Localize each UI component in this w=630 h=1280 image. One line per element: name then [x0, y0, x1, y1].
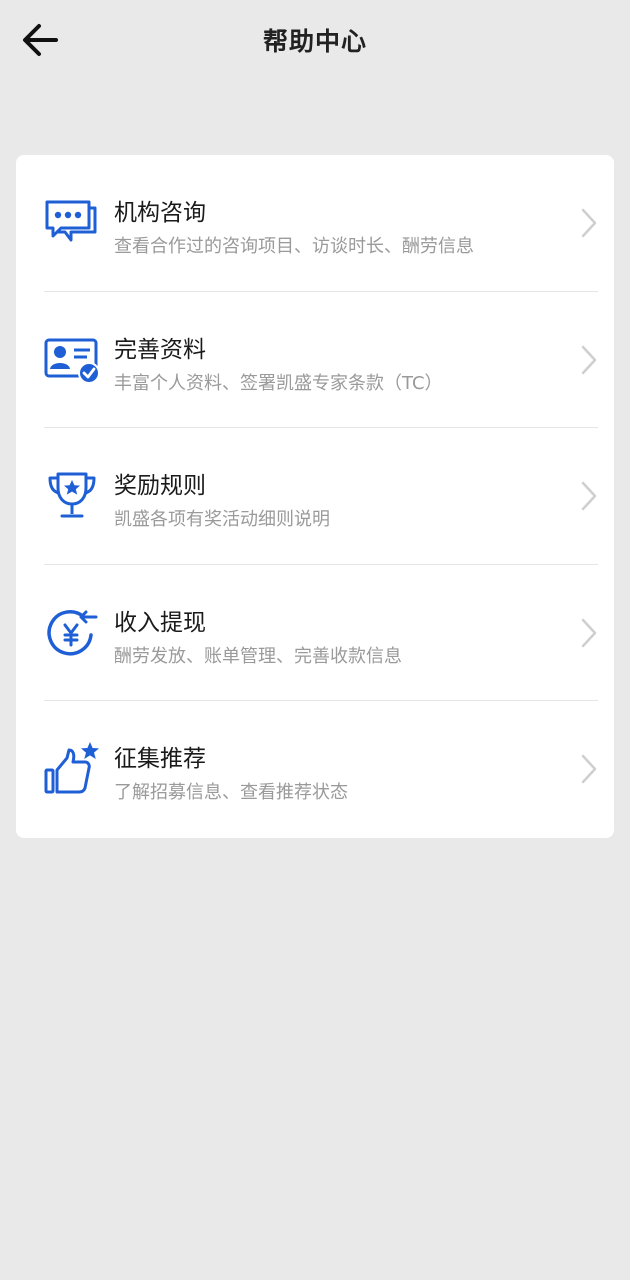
menu-item-title: 奖励规则 [114, 473, 206, 500]
menu-item-description: 凯盛各项有奖活动细则说明 [114, 509, 330, 531]
menu-item-recruit-recommend[interactable]: 征集推荐 了解招募信息、查看推荐状态 [16, 701, 614, 838]
chevron-right-icon [581, 345, 597, 374]
help-menu-card: 机构咨询 查看合作过的咨询项目、访谈时长、酬劳信息 完善资料 丰富个人资料、签署… [16, 155, 614, 838]
menu-item-description: 查看合作过的咨询项目、访谈时长、酬劳信息 [114, 236, 474, 257]
help-center-page: 帮助中心 机构咨询 查看合作过的咨询项目、访谈时长、酬劳信息 完善资料 丰富个人… [0, 0, 630, 1280]
menu-item-reward-rules[interactable]: 奖励规则 凯盛各项有奖活动细则说明 [16, 428, 614, 565]
chevron-right-icon [581, 618, 597, 648]
menu-item-income-withdraw[interactable]: 收入提现 酬劳发放、账单管理、完善收款信息 [16, 565, 614, 702]
chevron-right-icon [581, 481, 597, 511]
chevron-right-icon [581, 755, 597, 784]
thumbs-up-star-icon [42, 739, 102, 799]
menu-item-title: 征集推荐 [114, 746, 206, 773]
menu-item-title: 收入提现 [114, 609, 206, 636]
trophy-icon [42, 466, 102, 526]
header-bar: 帮助中心 [0, 0, 630, 80]
profile-card-check-icon [42, 330, 102, 390]
yuan-withdraw-icon [42, 603, 102, 663]
menu-item-complete-profile[interactable]: 完善资料 丰富个人资料、签署凯盛专家条款（TC） [16, 292, 614, 429]
menu-item-description: 酬劳发放、账单管理、完善收款信息 [114, 645, 402, 667]
menu-item-description: 了解招募信息、查看推荐状态 [114, 782, 348, 804]
menu-item-title: 完善资料 [114, 336, 206, 363]
chevron-right-icon [581, 208, 597, 238]
menu-item-title: 机构咨询 [114, 200, 206, 226]
page-title: 帮助中心 [262, 27, 367, 56]
menu-item-description: 丰富个人资料、签署凯盛专家条款（TC） [114, 372, 443, 394]
menu-item-institution-consulting[interactable]: 机构咨询 查看合作过的咨询项目、访谈时长、酬劳信息 [16, 155, 614, 292]
chat-bubble-icon [42, 193, 102, 253]
